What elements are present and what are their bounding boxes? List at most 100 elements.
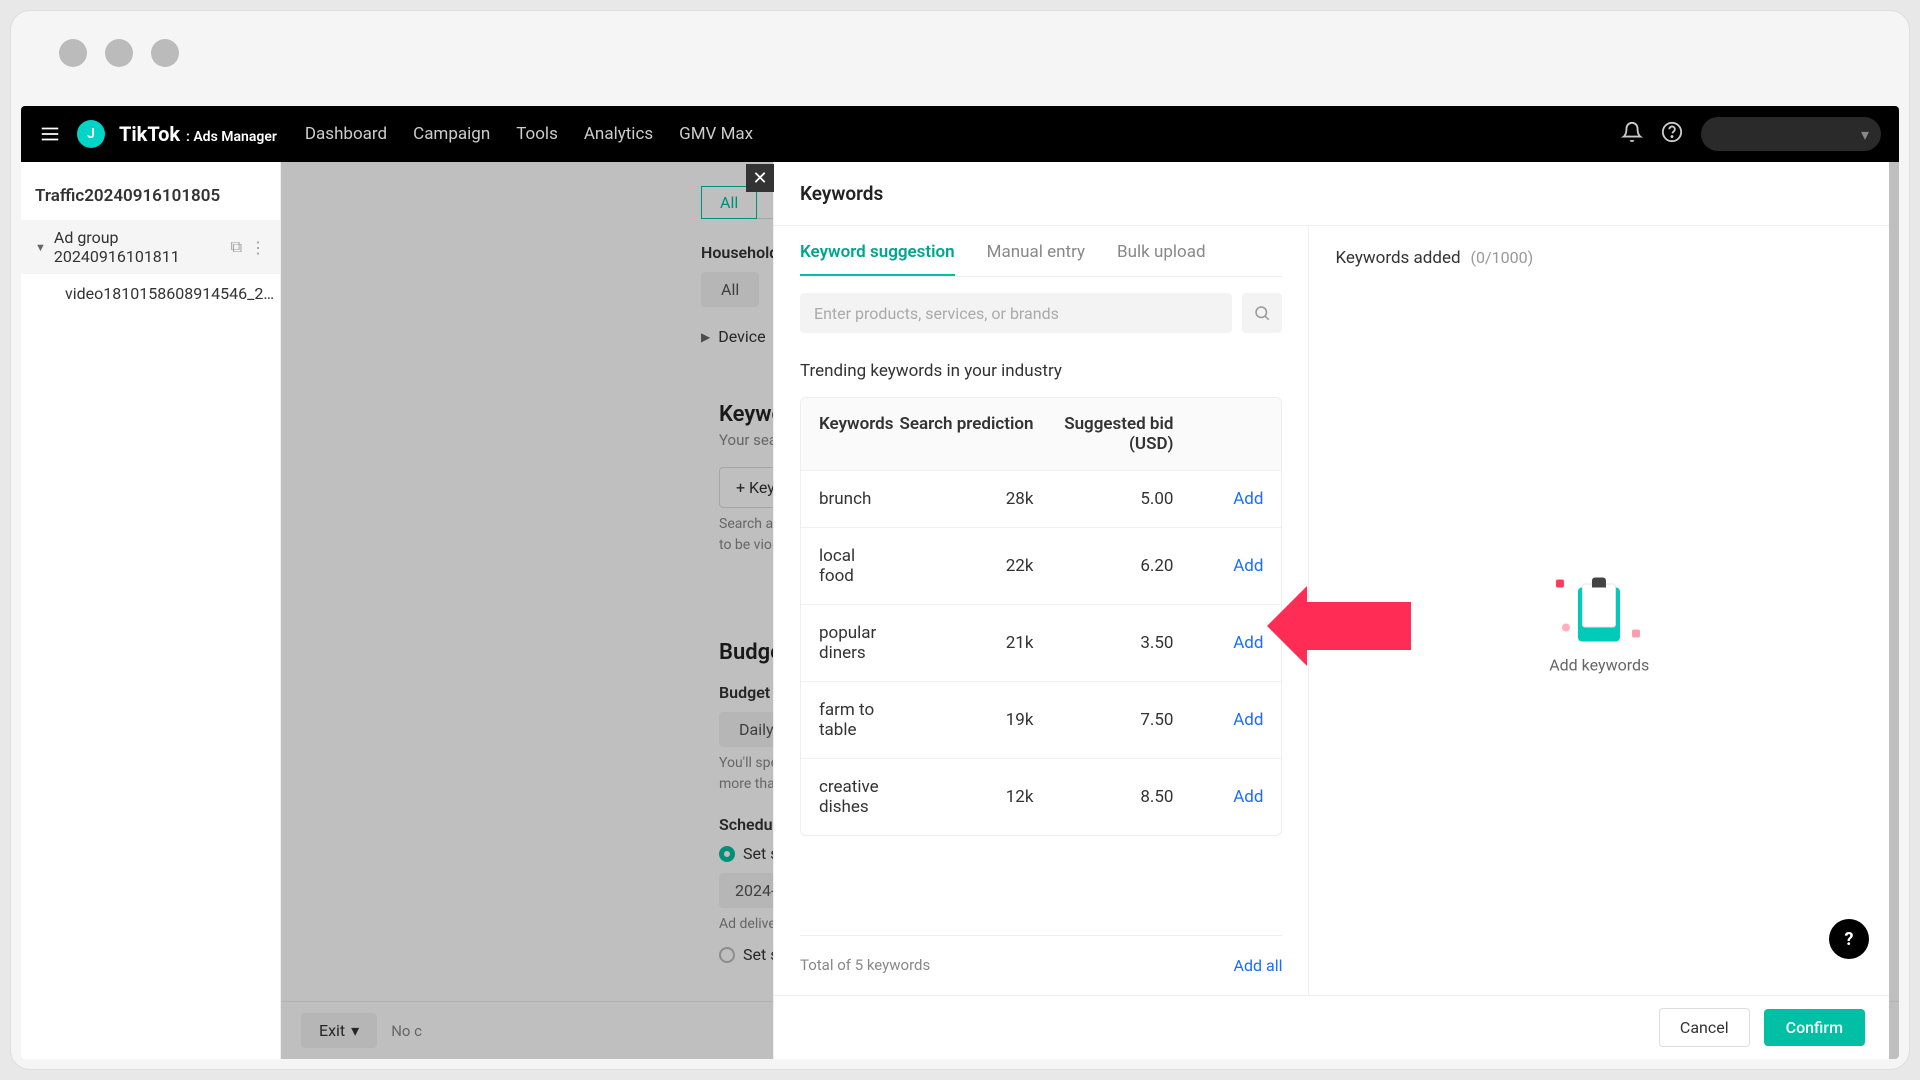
add-button[interactable]: Add	[1233, 710, 1263, 730]
radio-off-icon	[719, 947, 735, 963]
table-row: creative dishes 12k 8.50 Add	[801, 758, 1281, 835]
nav-dashboard[interactable]: Dashboard	[305, 124, 387, 144]
keywords-added-title: Keywords added	[1335, 248, 1460, 268]
sp-cell: 22k	[893, 556, 1033, 576]
keyword-search-input[interactable]	[800, 293, 1232, 333]
clipboard-icon	[1570, 577, 1628, 641]
device-label: Device	[718, 327, 765, 346]
add-button[interactable]: Add	[1233, 787, 1263, 807]
keywords-added-header: Keywords added (0/1000)	[1335, 248, 1863, 268]
bid-cell: 6.20	[1033, 556, 1173, 576]
col-suggested-bid: Suggested bid (USD)	[1033, 414, 1173, 454]
nav-analytics[interactable]: Analytics	[584, 124, 653, 144]
household-all[interactable]: All	[701, 272, 759, 307]
sp-cell: 28k	[893, 489, 1033, 509]
avatar[interactable]: J	[77, 120, 105, 148]
table-row: brunch 28k 5.00 Add	[801, 470, 1281, 527]
logo: TikTok : Ads Manager	[119, 122, 277, 146]
table-row: local food 22k 6.20 Add	[801, 527, 1281, 604]
radio-on-icon	[719, 846, 735, 862]
add-button[interactable]: Add	[1233, 633, 1263, 653]
more-icon[interactable]: ⋮	[250, 238, 266, 257]
video-label: video1810158608914546_2…	[65, 284, 274, 303]
account-switcher[interactable]: ▾	[1701, 117, 1881, 151]
search-button[interactable]	[1242, 293, 1282, 333]
keyword-table: Keywords Search prediction Suggested bid…	[800, 397, 1282, 836]
window-dot[interactable]	[59, 39, 87, 67]
nav-links: Dashboard Campaign Tools Analytics GMV M…	[305, 124, 753, 144]
totals-row: Total of 5 keywords Add all	[800, 935, 1282, 975]
tab-suggestion[interactable]: Keyword suggestion	[800, 242, 955, 276]
modal-body: Keyword suggestion Manual entry Bulk upl…	[774, 226, 1889, 995]
nav-right: ▾	[1621, 117, 1881, 151]
add-button[interactable]: Add	[1233, 556, 1263, 576]
caret-right-icon: ▶	[701, 330, 710, 344]
left-sidebar: Traffic20240916101805 ▼ Ad group 2024091…	[21, 162, 281, 1059]
help-fab[interactable]: ?	[1829, 919, 1869, 959]
app: J TikTok : Ads Manager Dashboard Campaig…	[21, 106, 1899, 1059]
kw-cell: farm to table	[819, 700, 893, 740]
logo-brand: TikTok	[119, 122, 180, 146]
table-row: farm to table 19k 7.50 Add	[801, 681, 1281, 758]
keywords-modal: ✕ Keywords Keyword suggestion Manual ent…	[773, 162, 1889, 1059]
window-dot[interactable]	[105, 39, 133, 67]
col-search-pred: Search prediction	[893, 414, 1033, 454]
close-button[interactable]: ✕	[746, 164, 774, 192]
col-keywords: Keywords	[819, 414, 893, 454]
empty-label: Add keywords	[1549, 655, 1649, 674]
add-all-button[interactable]: Add all	[1234, 956, 1283, 975]
trending-label: Trending keywords in your industry	[800, 361, 1282, 381]
browser-frame: J TikTok : Ads Manager Dashboard Campaig…	[10, 10, 1910, 1070]
adgroup-row[interactable]: ▼ Ad group 20240916101811 ⧉ ⋮	[21, 220, 280, 274]
workspace: Traffic20240916101805 ▼ Ad group 2024091…	[21, 162, 1899, 1059]
logo-suffix: : Ads Manager	[186, 129, 277, 145]
chevron-down-icon: ▾	[1861, 125, 1869, 144]
exit-button[interactable]: Exit ▾	[301, 1013, 377, 1048]
sp-cell: 19k	[893, 710, 1033, 730]
tabs: Keyword suggestion Manual entry Bulk upl…	[800, 226, 1282, 277]
confirm-button[interactable]: Confirm	[1764, 1009, 1865, 1046]
bid-cell: 7.50	[1033, 710, 1173, 730]
table-row: popular diners 21k 3.50 Add	[801, 604, 1281, 681]
add-button[interactable]: Add	[1233, 489, 1263, 509]
total-label: Total of 5 keywords	[800, 956, 930, 975]
modal-right: Keywords added (0/1000)	[1309, 226, 1889, 995]
modal-left: Keyword suggestion Manual entry Bulk upl…	[774, 226, 1309, 995]
adgroup-label: Ad group 20240916101811	[54, 228, 223, 266]
table-head: Keywords Search prediction Suggested bid…	[801, 398, 1281, 470]
caret-down-icon: ▼	[35, 241, 46, 254]
tab-manual[interactable]: Manual entry	[987, 242, 1085, 276]
kw-cell: popular diners	[819, 623, 893, 663]
cancel-button[interactable]: Cancel	[1659, 1008, 1750, 1047]
kw-cell: local food	[819, 546, 893, 586]
search-row	[800, 293, 1282, 333]
top-nav: J TikTok : Ads Manager Dashboard Campaig…	[21, 106, 1899, 162]
copy-icon[interactable]: ⧉	[231, 237, 242, 257]
video-row[interactable]: video1810158608914546_2…	[21, 274, 280, 312]
bid-cell: 5.00	[1033, 489, 1173, 509]
search-icon	[1253, 304, 1271, 322]
campaign-title: Traffic20240916101805	[21, 162, 280, 220]
kw-cell: brunch	[819, 489, 893, 509]
bid-cell: 8.50	[1033, 787, 1173, 807]
sp-cell: 12k	[893, 787, 1033, 807]
modal-footer: Cancel Confirm	[774, 995, 1889, 1059]
bell-icon[interactable]	[1621, 121, 1643, 147]
menu-icon[interactable]	[39, 123, 63, 145]
close-icon: ✕	[752, 168, 767, 189]
keywords-added-count: (0/1000)	[1471, 248, 1534, 267]
modal-title: Keywords	[774, 162, 1889, 226]
tab-bulk[interactable]: Bulk upload	[1117, 242, 1206, 276]
help-icon[interactable]	[1661, 121, 1683, 147]
nav-gmvmax[interactable]: GMV Max	[679, 124, 753, 144]
sp-cell: 21k	[893, 633, 1033, 653]
empty-state: Add keywords	[1549, 577, 1649, 674]
nav-campaign[interactable]: Campaign	[413, 124, 490, 144]
chevron-down-icon: ▾	[351, 1021, 359, 1040]
nav-tools[interactable]: Tools	[516, 124, 558, 144]
window-dot[interactable]	[151, 39, 179, 67]
window-controls	[11, 11, 1909, 95]
bid-cell: 3.50	[1033, 633, 1173, 653]
kw-cell: creative dishes	[819, 777, 893, 817]
col-action	[1173, 414, 1263, 454]
